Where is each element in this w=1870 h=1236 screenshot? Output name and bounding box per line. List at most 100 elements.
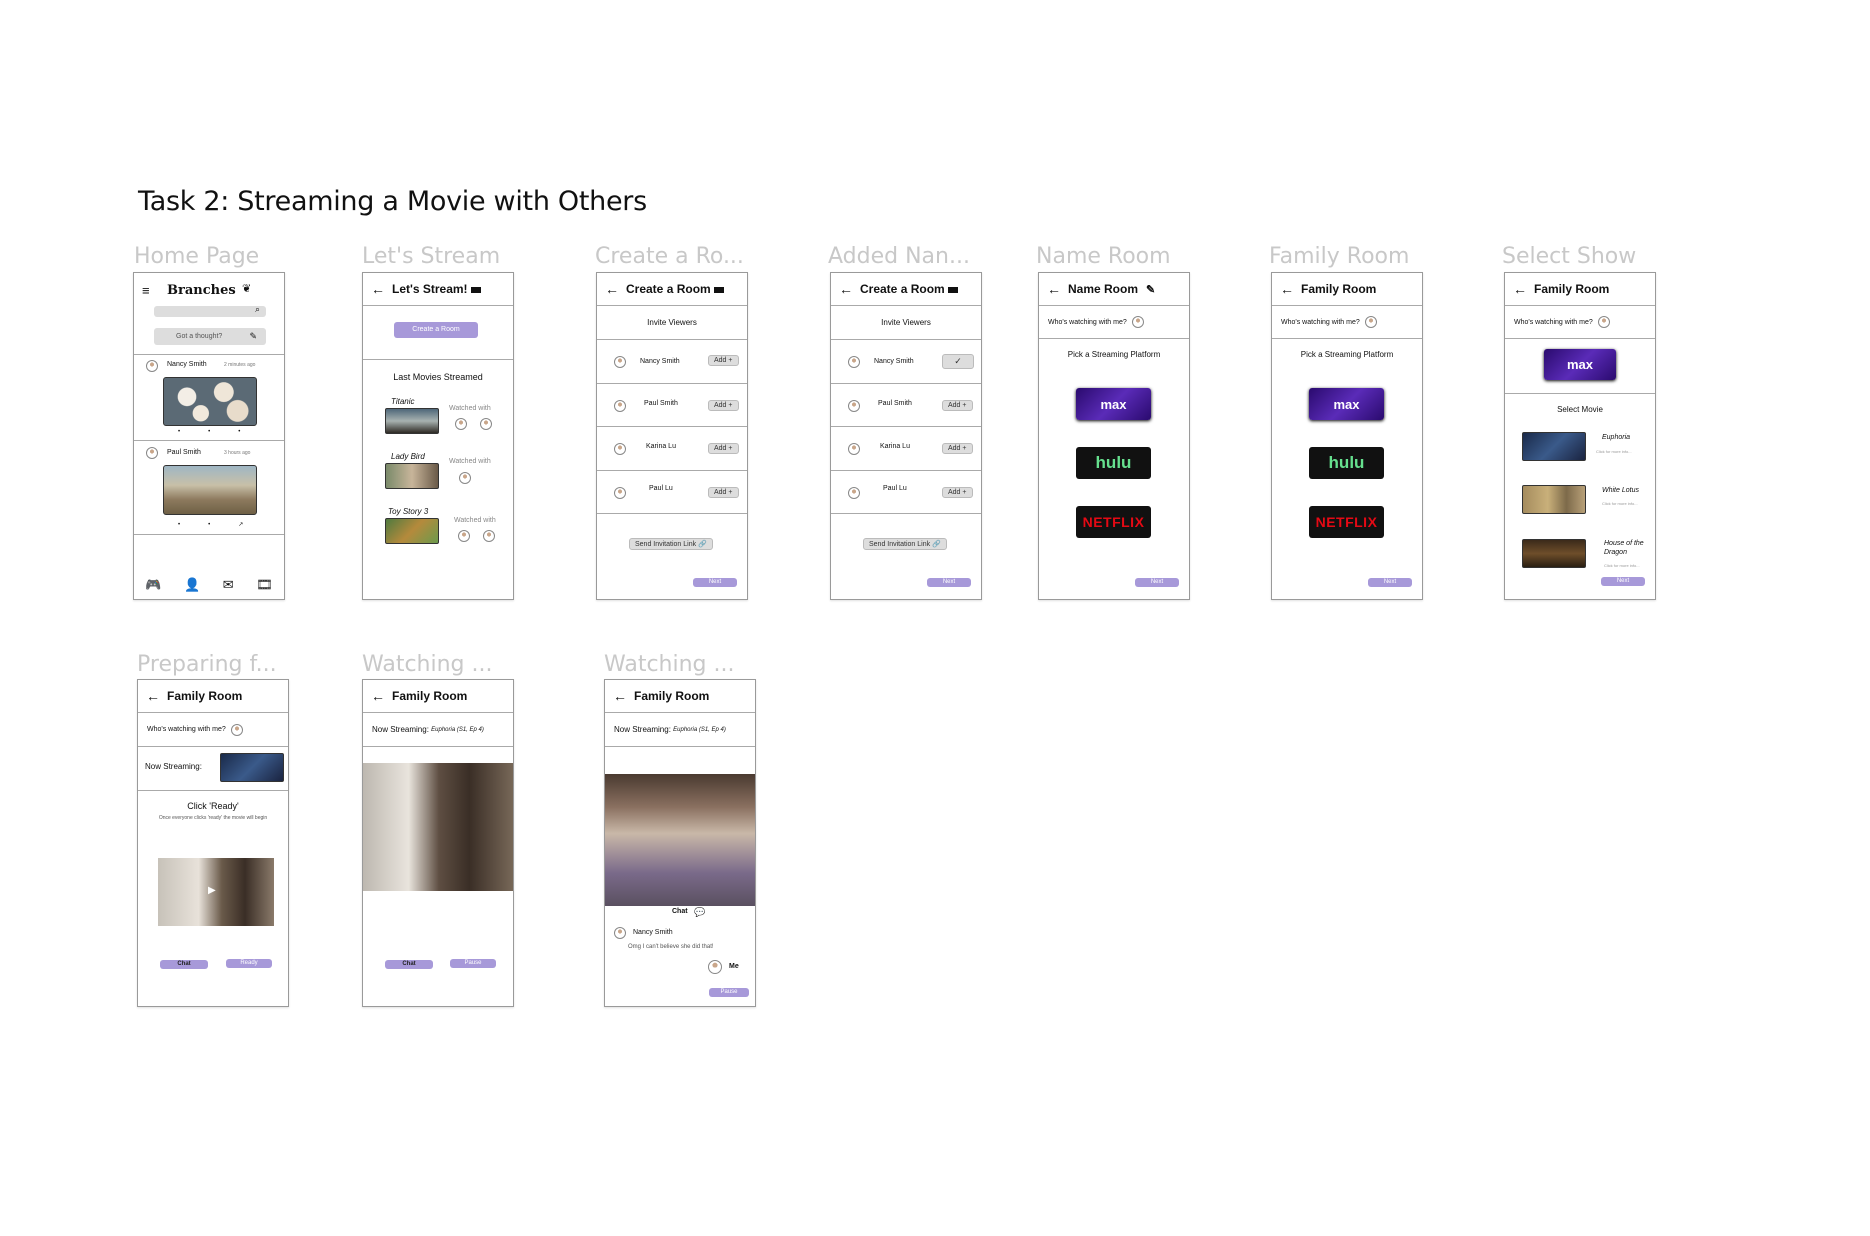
header: ← Name Room ✎ bbox=[1039, 273, 1189, 306]
back-arrow-icon[interactable]: ← bbox=[146, 688, 160, 704]
back-arrow-icon[interactable]: ← bbox=[613, 688, 627, 704]
back-arrow-icon[interactable]: ← bbox=[1047, 281, 1061, 297]
show-episode: Euphoria (S1, Ep 4) bbox=[431, 726, 484, 733]
chat-message: Omg I can't believe she did that! bbox=[628, 944, 714, 950]
chat-button[interactable]: Chat bbox=[385, 960, 433, 969]
name-room-frame: ← Name Room ✎ Who's watching with me? Pi… bbox=[1038, 272, 1190, 600]
film-icon[interactable]: 🎞 bbox=[256, 577, 273, 593]
add-button[interactable]: Add + bbox=[942, 400, 973, 411]
pick-platform-label: Pick a Streaming Platform bbox=[1300, 350, 1394, 359]
viewer-row: Paul Lu Add + bbox=[831, 471, 981, 514]
header-title: Name Room bbox=[1068, 282, 1139, 296]
check-icon[interactable]: ✓ bbox=[942, 354, 974, 369]
back-arrow-icon[interactable]: ← bbox=[839, 281, 853, 297]
video-player[interactable] bbox=[605, 774, 755, 906]
pause-button[interactable]: Pause bbox=[709, 988, 749, 997]
avatar bbox=[146, 447, 158, 459]
send-invite-link[interactable]: Send Invitation Link 🔗 bbox=[863, 538, 947, 550]
now-streaming-label: Now Streaming: bbox=[614, 725, 671, 734]
profile-icon[interactable]: 👤 bbox=[184, 577, 200, 593]
netflix-logo[interactable]: NETFLIX bbox=[1076, 506, 1151, 538]
avatar bbox=[614, 927, 626, 939]
next-button[interactable]: Next bbox=[1368, 578, 1412, 587]
add-button[interactable]: Add + bbox=[708, 443, 739, 454]
movie-poster[interactable] bbox=[385, 518, 439, 544]
post-card[interactable]: Nancy Smith 2 minutes ago ••• bbox=[134, 355, 284, 441]
create-room-row: Create a Room bbox=[363, 306, 513, 360]
header: ← Family Room bbox=[1272, 273, 1422, 306]
next-button[interactable]: Next bbox=[693, 578, 737, 587]
header: ← Let's Stream! bbox=[363, 273, 513, 306]
hbo-max-logo[interactable]: max bbox=[1309, 388, 1384, 420]
chat-button[interactable]: Chat bbox=[160, 960, 208, 969]
next-button[interactable]: Next bbox=[1601, 577, 1645, 586]
avatar bbox=[146, 360, 158, 372]
frame-label-name: Name Room bbox=[1036, 244, 1171, 269]
now-streaming-row: Now Streaming: bbox=[138, 747, 288, 791]
now-streaming-label: Now Streaming: bbox=[145, 762, 202, 771]
netflix-logo[interactable]: NETFLIX bbox=[1309, 506, 1384, 538]
play-icon[interactable]: ▶ bbox=[208, 885, 216, 896]
next-button[interactable]: Next bbox=[927, 578, 971, 587]
gamepad-icon[interactable]: 🎮 bbox=[145, 577, 161, 593]
movie-poster[interactable] bbox=[385, 408, 439, 434]
pause-button[interactable]: Pause bbox=[450, 959, 496, 968]
link-icon: 🔗 bbox=[698, 541, 707, 548]
mail-icon[interactable]: ✉ bbox=[223, 577, 234, 593]
show-poster[interactable] bbox=[1522, 485, 1586, 514]
avatar bbox=[614, 356, 626, 368]
movie-title: Toy Story 3 bbox=[388, 507, 429, 516]
hbo-max-logo[interactable]: max bbox=[1076, 388, 1151, 420]
add-button[interactable]: Add + bbox=[708, 355, 739, 366]
menu-icon[interactable]: ≡ bbox=[142, 283, 150, 298]
show-poster[interactable] bbox=[1522, 539, 1586, 568]
back-arrow-icon[interactable]: ← bbox=[371, 281, 385, 297]
pencil-icon[interactable]: ✎ bbox=[1146, 283, 1155, 296]
who-watching-row: Who's watching with me? bbox=[1272, 306, 1422, 339]
who-watching-row: Who's watching with me? bbox=[138, 713, 288, 747]
who-watching-row: Who's watching with me? bbox=[1505, 306, 1655, 339]
post-actions[interactable]: ••↗ bbox=[178, 521, 271, 528]
avatar bbox=[1364, 316, 1377, 328]
send-invite-link[interactable]: Send Invitation Link 🔗 bbox=[629, 538, 713, 550]
post-card[interactable]: Paul Smith 3 hours ago ••↗ bbox=[134, 441, 284, 535]
viewer-name: Karina Lu bbox=[646, 443, 676, 450]
brand-name: Branches bbox=[167, 283, 236, 298]
watched-with: Watched with bbox=[454, 517, 496, 524]
hbo-max-logo[interactable]: max bbox=[1544, 349, 1616, 380]
add-button[interactable]: Add + bbox=[942, 487, 973, 498]
create-room-button[interactable]: Create a Room bbox=[394, 322, 478, 338]
section-title: Last Movies Streamed bbox=[393, 372, 483, 382]
post-actions[interactable]: ••• bbox=[178, 429, 268, 435]
viewer-row: Paul Smith Add + bbox=[831, 384, 981, 427]
back-arrow-icon[interactable]: ← bbox=[605, 281, 619, 297]
chat-bubble-icon: 💬 bbox=[694, 907, 706, 917]
hulu-logo[interactable]: hulu bbox=[1309, 447, 1384, 479]
hulu-logo[interactable]: hulu bbox=[1076, 447, 1151, 479]
search-input[interactable]: ⌕ bbox=[154, 304, 266, 317]
next-button[interactable]: Next bbox=[1135, 578, 1179, 587]
viewer-name: Paul Lu bbox=[883, 485, 907, 492]
back-arrow-icon[interactable]: ← bbox=[1280, 281, 1294, 297]
viewer-row: Karina Lu Add + bbox=[597, 427, 747, 471]
video-player[interactable] bbox=[363, 763, 513, 891]
header: ← Create a Room bbox=[831, 273, 981, 306]
show-more-info: Click for more info... bbox=[1604, 563, 1640, 568]
now-streaming-row: Now Streaming: Euphoria (S1, Ep 4) bbox=[605, 713, 755, 747]
back-arrow-icon[interactable]: ← bbox=[371, 688, 385, 704]
header-title: Family Room bbox=[634, 689, 710, 703]
back-arrow-icon[interactable]: ← bbox=[1513, 281, 1527, 297]
who-watching-row: Who's watching with me? bbox=[1039, 306, 1189, 339]
add-button[interactable]: Add + bbox=[942, 443, 973, 454]
avatar bbox=[708, 960, 722, 974]
add-button[interactable]: Add + bbox=[708, 487, 739, 498]
add-button[interactable]: Add + bbox=[708, 400, 739, 411]
frame-label-home: Home Page bbox=[134, 244, 260, 269]
header-title: Family Room bbox=[167, 689, 243, 703]
ready-button[interactable]: Ready bbox=[226, 959, 272, 968]
movie-poster[interactable] bbox=[385, 463, 439, 489]
show-poster[interactable] bbox=[1522, 432, 1586, 461]
video-preview[interactable]: ▶ bbox=[158, 858, 274, 926]
thought-input[interactable]: Got a thought? ✎ bbox=[154, 328, 266, 345]
send-invite-label: Send Invitation Link bbox=[869, 541, 931, 548]
